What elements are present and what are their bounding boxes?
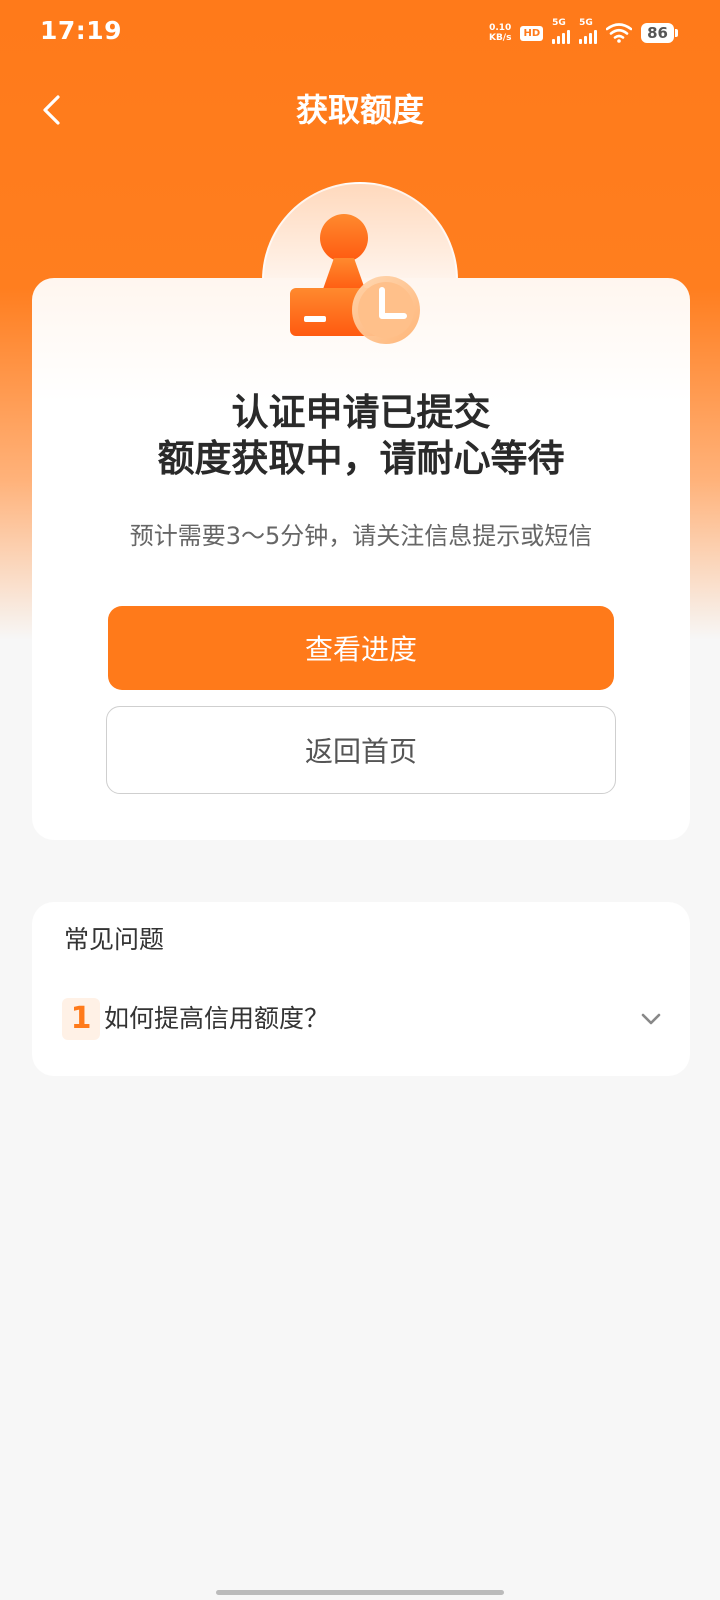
status-time: 17:19 <box>40 16 123 45</box>
signal-label: 5G <box>552 18 566 28</box>
faq-item[interactable]: 1 如何提高信用额度？ <box>62 998 662 1042</box>
card-title-line2: 额度获取中，请耐心等待 <box>157 437 565 480</box>
card-subtitle: 预计需要3～5分钟，请关注信息提示或短信 <box>129 522 593 550</box>
faq-card: 常见问题 1 如何提高信用额度？ <box>32 902 690 1076</box>
faq-item-number: 1 <box>62 998 100 1040</box>
faq-item-question: 如何提高信用额度？ <box>104 1004 330 1033</box>
card-title: 认证申请已提交 额度获取中，请耐心等待 <box>32 390 690 482</box>
page-title: 获取额度 <box>295 91 424 129</box>
network-speed-unit: KB/s <box>488 33 512 43</box>
network-speed: 0.10 KB/s <box>489 23 511 43</box>
stamp-clock-icon <box>290 214 420 344</box>
battery-icon: 86 <box>641 23 678 43</box>
chevron-down-icon[interactable] <box>638 1006 664 1032</box>
wifi-icon <box>606 23 633 43</box>
status-icons: 0.10 KB/s HD 5G 5G 86 <box>489 18 678 46</box>
view-progress-button[interactable]: 查看进度 <box>108 606 614 690</box>
hd-icon: HD <box>520 25 544 41</box>
status-bar: 17:19 0.10 KB/s HD 5G 5G 86 <box>0 0 720 66</box>
home-indicator[interactable] <box>216 1590 504 1595</box>
signal-icon: 5G <box>552 18 571 44</box>
card-title-line1: 认证申请已提交 <box>231 391 491 434</box>
back-home-button[interactable]: 返回首页 <box>106 706 616 794</box>
faq-title: 常见问题 <box>64 925 165 954</box>
signal-icon: 5G <box>579 18 598 44</box>
signal-label: 5G <box>579 18 593 28</box>
network-speed-value: 0.10 <box>489 23 512 33</box>
